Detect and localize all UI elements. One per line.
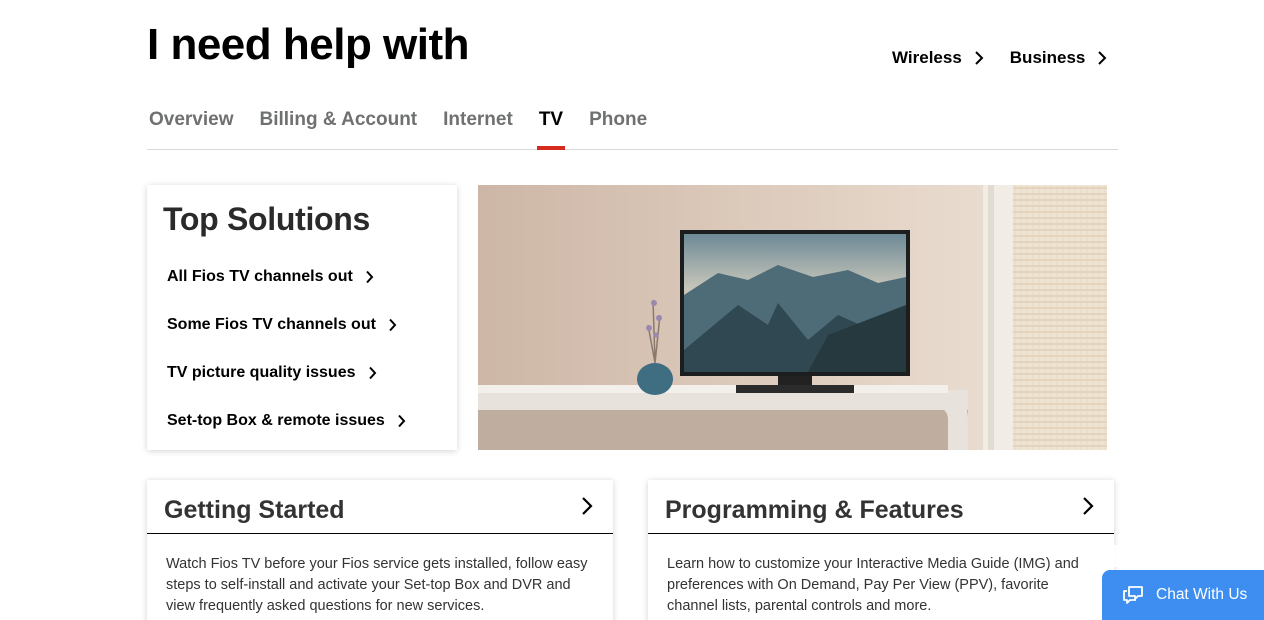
wireless-link[interactable]: Wireless bbox=[892, 48, 984, 68]
wireless-link-label: Wireless bbox=[892, 48, 962, 67]
getting-started-header: Getting Started bbox=[147, 480, 613, 534]
business-link-label: Business bbox=[1009, 48, 1086, 67]
solution-link-picture-quality[interactable]: TV picture quality issues bbox=[167, 364, 377, 382]
business-link[interactable]: Business bbox=[1010, 48, 1108, 68]
top-links: Wireless Business bbox=[892, 48, 1133, 68]
solution-link-label: Set-top Box & remote issues bbox=[167, 412, 385, 429]
top-solutions-title: Top Solutions bbox=[163, 201, 371, 237]
solution-link-label: TV picture quality issues bbox=[167, 364, 356, 381]
getting-started-description: Watch Fios TV before your Fios service g… bbox=[166, 556, 588, 614]
chevron-right-icon bbox=[1098, 51, 1107, 65]
solution-link-label: Some Fios TV channels out bbox=[167, 316, 376, 333]
tab-overview[interactable]: Overview bbox=[147, 108, 236, 150]
chevron-right-icon[interactable] bbox=[581, 496, 593, 516]
chevron-right-icon bbox=[368, 366, 376, 380]
solution-link-set-top-box[interactable]: Set-top Box & remote issues bbox=[167, 412, 406, 430]
tab-billing-account[interactable]: Billing & Account bbox=[258, 108, 420, 150]
solution-link-some-channels-out[interactable]: Some Fios TV channels out bbox=[167, 316, 397, 334]
solution-link-all-channels-out[interactable]: All Fios TV channels out bbox=[167, 268, 374, 286]
programming-features-title: Programming & Features bbox=[665, 496, 964, 524]
tv-hero-image bbox=[478, 185, 1107, 450]
category-tabs: Overview Billing & Account Internet TV P… bbox=[147, 108, 1118, 150]
chevron-right-icon bbox=[389, 318, 397, 332]
programming-features-description: Learn how to customize your Interactive … bbox=[667, 556, 1079, 614]
chat-overlay bbox=[1080, 545, 1180, 567]
chevron-right-icon[interactable] bbox=[1082, 496, 1094, 516]
top-solutions-card: Top Solutions All Fios TV channels out S… bbox=[147, 185, 457, 450]
chevron-right-icon bbox=[975, 51, 984, 65]
tv-room-illustration bbox=[478, 185, 1107, 450]
programming-features-card[interactable]: Programming & Features Learn how to cust… bbox=[648, 480, 1114, 620]
programming-features-header: Programming & Features bbox=[648, 480, 1114, 534]
getting-started-title: Getting Started bbox=[164, 496, 345, 524]
getting-started-card[interactable]: Getting Started Watch Fios TV before you… bbox=[147, 480, 613, 620]
chat-bubbles-icon bbox=[1123, 586, 1143, 604]
chevron-right-icon bbox=[398, 414, 406, 428]
solution-link-label: All Fios TV channels out bbox=[167, 268, 353, 285]
tab-tv[interactable]: TV bbox=[536, 108, 566, 150]
page-title: I need help with bbox=[147, 20, 470, 69]
tab-phone[interactable]: Phone bbox=[587, 108, 649, 150]
chat-with-us-button[interactable]: Chat With Us bbox=[1102, 570, 1264, 620]
tab-internet[interactable]: Internet bbox=[441, 108, 515, 150]
chat-with-us-label: Chat With Us bbox=[1156, 586, 1248, 603]
chevron-right-icon bbox=[366, 270, 374, 284]
